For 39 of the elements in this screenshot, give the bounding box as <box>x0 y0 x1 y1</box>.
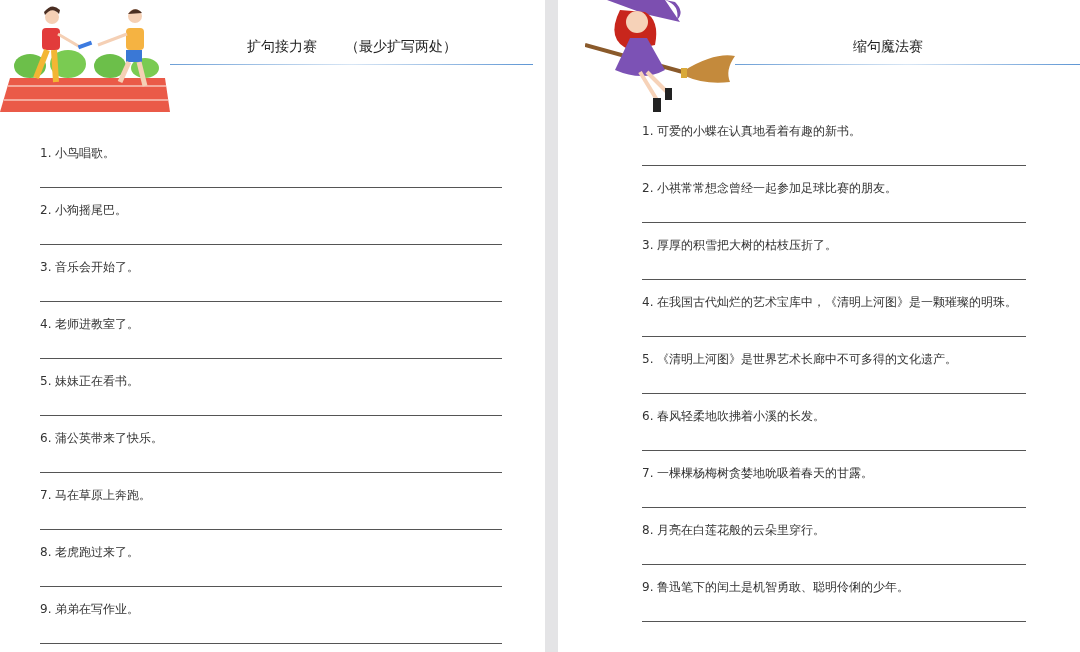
fill-in-line[interactable] <box>642 621 1026 622</box>
question-text: 3. 厚厚的积雪把大树的枯枝压折了。 <box>642 237 839 254</box>
fill-in-line[interactable] <box>642 450 1026 451</box>
worksheet-title: 缩句魔法赛 <box>852 37 923 56</box>
question-text: 2. 小狗摇尾巴。 <box>40 202 129 219</box>
fill-in-line[interactable] <box>40 472 502 473</box>
question-text: 9. 弟弟在写作业。 <box>40 601 141 618</box>
fill-in-line[interactable] <box>642 393 1026 394</box>
question-text: 3. 音乐会开始了。 <box>40 259 141 276</box>
question-text: 4. 在我国古代灿烂的艺术宝库中，《清明上河图》是一颗璀璨的明珠。 <box>642 294 1019 311</box>
fill-in-line[interactable] <box>40 586 502 587</box>
fill-in-line[interactable] <box>40 187 502 188</box>
fill-in-line[interactable] <box>40 358 502 359</box>
fill-in-line[interactable] <box>40 244 502 245</box>
question-text: 9. 鲁迅笔下的闰土是机智勇敢、聪明伶俐的少年。 <box>642 579 911 596</box>
question-text: 6. 蒲公英带来了快乐。 <box>40 430 165 447</box>
question-text: 2. 小祺常常想念曾经一起参加足球比赛的朋友。 <box>642 180 899 197</box>
question-text: 7. 一棵棵杨梅树贪婪地吮吸着春天的甘露。 <box>642 465 875 482</box>
question-text: 5. 妹妹正在看书。 <box>40 373 141 390</box>
question-text: 5. 《清明上河图》是世界艺术长廊中不可多得的文化遗产。 <box>642 351 959 368</box>
question-text: 1. 小鸟唱歌。 <box>40 145 117 162</box>
fill-in-line[interactable] <box>40 529 502 530</box>
worksheet-instruction: （最少扩写两处） <box>344 37 457 56</box>
worksheet-title: 扩句接力赛 <box>246 37 317 56</box>
fill-in-line[interactable] <box>40 415 502 416</box>
question-text: 8. 老虎跑过来了。 <box>40 544 141 561</box>
question-text: 7. 马在草原上奔跑。 <box>40 487 153 504</box>
fill-in-line[interactable] <box>642 222 1026 223</box>
question-text: 8. 月亮在白莲花般的云朵里穿行。 <box>642 522 827 539</box>
fill-in-line[interactable] <box>40 301 502 302</box>
fill-in-line[interactable] <box>642 564 1026 565</box>
fill-in-line[interactable] <box>642 165 1026 166</box>
fill-in-line[interactable] <box>642 279 1026 280</box>
fill-in-line[interactable] <box>40 643 502 644</box>
fill-in-line[interactable] <box>642 507 1026 508</box>
question-text: 4. 老师进教室了。 <box>40 316 141 333</box>
question-text: 1. 可爱的小蝶在认真地看着有趣的新书。 <box>642 123 863 140</box>
question-text: 6. 春风轻柔地吹拂着小溪的长发。 <box>642 408 827 425</box>
fill-in-line[interactable] <box>642 336 1026 337</box>
